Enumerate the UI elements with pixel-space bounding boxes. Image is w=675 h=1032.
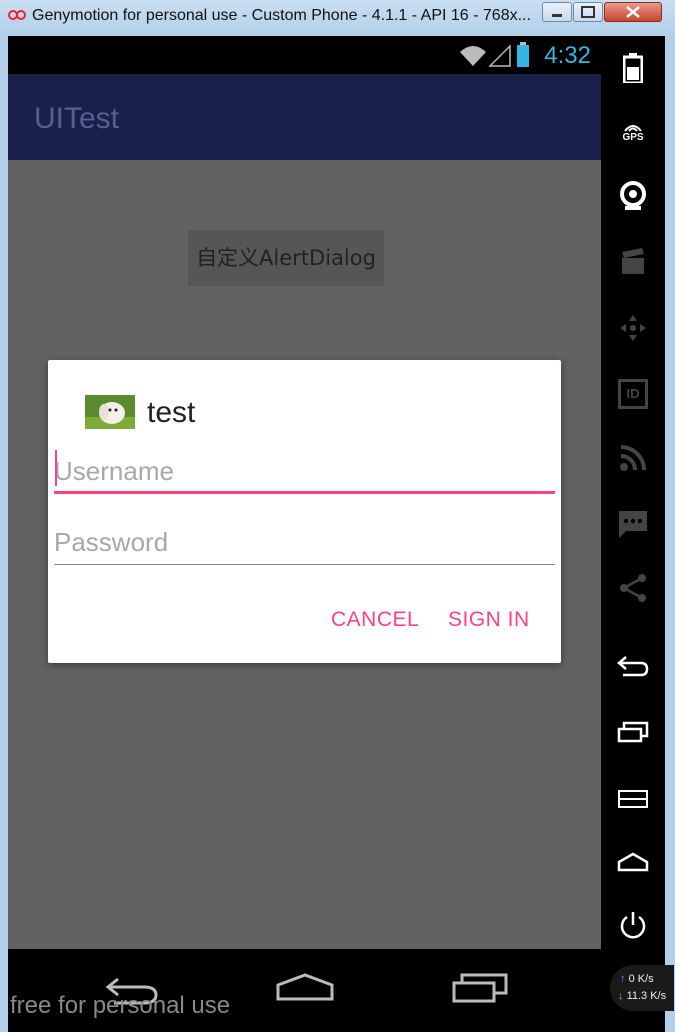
username-underline <box>54 491 555 494</box>
status-bar: 4:32 <box>8 36 601 74</box>
password-input[interactable] <box>54 521 555 563</box>
minimize-button[interactable] <box>542 2 572 22</box>
gps-icon[interactable]: GPS <box>601 112 665 152</box>
nav-recent-apps-icon[interactable] <box>450 971 512 1005</box>
battery-icon[interactable] <box>601 48 665 88</box>
text-cursor <box>55 450 57 486</box>
password-underline <box>54 564 555 565</box>
maximize-icon <box>581 6 595 18</box>
id-label: ID <box>618 379 648 409</box>
dpad-icon[interactable] <box>601 308 665 348</box>
menu-icon[interactable] <box>601 778 665 818</box>
genymotion-sidebar: GPS ID <box>601 36 665 1032</box>
window-frame-left <box>0 36 8 1032</box>
back-icon[interactable] <box>601 646 665 686</box>
window-titlebar: Genymotion for personal use - Custom Pho… <box>0 0 675 37</box>
gps-label: GPS <box>622 131 644 143</box>
custom-alertdialog-button[interactable]: 自定义AlertDialog <box>188 230 384 286</box>
share-icon[interactable] <box>601 568 665 608</box>
power-icon[interactable] <box>601 906 665 946</box>
sms-icon[interactable] <box>601 504 665 544</box>
rss-icon[interactable] <box>601 438 665 478</box>
close-icon <box>626 6 640 18</box>
home-icon[interactable] <box>601 842 665 882</box>
watermark-text: free for personal use <box>10 992 231 1019</box>
app-title: UITest <box>34 102 120 135</box>
phone-screen: 4:32 UITest 自定义AlertDialog test CANCEL S… <box>8 36 601 949</box>
app-bar: UITest <box>8 74 601 160</box>
upload-rate: 0 K/s <box>628 973 654 985</box>
username-field <box>54 450 555 494</box>
signal-icon <box>488 44 511 67</box>
alert-dialog: test CANCEL SIGN IN <box>48 360 561 663</box>
nav-home-icon[interactable] <box>274 971 336 1005</box>
download-row: ↓ 11.3 K/s <box>618 990 666 1002</box>
media-icon[interactable] <box>601 242 665 282</box>
cancel-button[interactable]: CANCEL <box>331 608 419 632</box>
wifi-icon <box>460 46 486 66</box>
maximize-button[interactable] <box>573 2 603 22</box>
download-arrow-icon: ↓ <box>618 990 624 1002</box>
recent-apps-icon[interactable] <box>601 712 665 752</box>
camera-icon[interactable] <box>601 176 665 216</box>
puppy-icon <box>85 395 135 429</box>
genymotion-logo-icon <box>8 10 26 20</box>
minimize-icon <box>552 14 562 17</box>
status-clock: 4:32 <box>544 42 591 69</box>
window-title: Genymotion for personal use - Custom Pho… <box>32 7 531 24</box>
id-icon[interactable]: ID <box>601 374 665 414</box>
dialog-title: test <box>147 396 196 429</box>
sign-in-button[interactable]: SIGN IN <box>448 608 530 632</box>
close-button[interactable] <box>604 2 662 22</box>
upload-arrow-icon: ↑ <box>620 973 626 985</box>
network-meter: ↑ 0 K/s ↓ 11.3 K/s <box>610 965 674 1011</box>
battery-status-icon <box>517 42 529 67</box>
window-frame-right <box>665 36 675 1032</box>
download-rate: 11.3 K/s <box>626 990 667 1002</box>
upload-row: ↑ 0 K/s <box>620 973 654 985</box>
username-input[interactable] <box>54 450 555 492</box>
password-field <box>54 521 555 565</box>
